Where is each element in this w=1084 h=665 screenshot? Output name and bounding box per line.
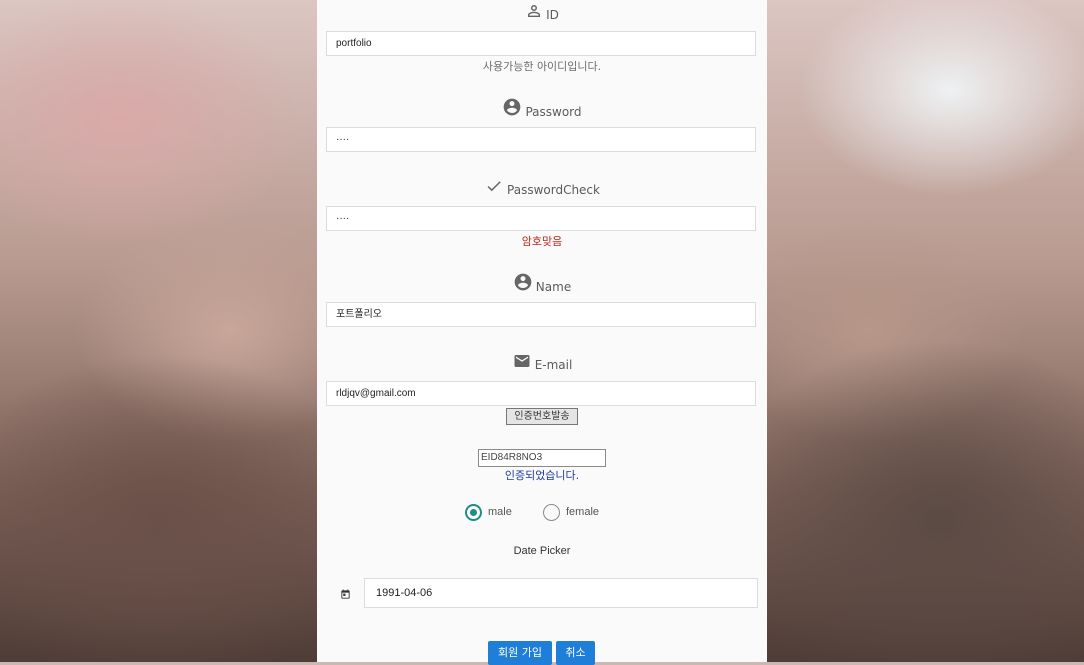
password-check-input[interactable]: ···· (326, 206, 756, 231)
mail-icon (514, 355, 530, 367)
send-code-button[interactable]: 인증번호발송 (506, 408, 578, 425)
signup-button[interactable]: 회원 가입 (488, 641, 552, 665)
email-input[interactable]: rldjqv@gmail.com (326, 381, 756, 406)
date-picker-title: Date Picker (513, 545, 571, 557)
password-input[interactable]: ···· (326, 127, 756, 152)
male-radio[interactable] (465, 504, 482, 521)
signup-form-panel: ID portfolio 사용가능한 아이디입니다. Password ····… (317, 0, 767, 665)
female-radio-label: female (566, 506, 600, 518)
female-radio[interactable] (543, 504, 560, 521)
birthdate-input[interactable]: 1991-04-06 (364, 578, 758, 608)
verification-code-input[interactable]: EID84R8NO3 (478, 449, 606, 467)
email-label: E-mail (317, 352, 767, 372)
id-input[interactable]: portfolio (326, 31, 756, 56)
calendar-icon[interactable] (340, 589, 351, 600)
password-check-label: PasswordCheck (317, 177, 767, 197)
id-label: ID (317, 2, 767, 22)
person-outline-icon (528, 5, 541, 17)
password-label: Password (317, 97, 767, 119)
account-circle-icon (504, 98, 521, 116)
gender-radio-group: male female (317, 503, 767, 523)
cancel-button[interactable]: 취소 (556, 641, 595, 665)
id-available-message: 사용가능한 아이디입니다. (482, 60, 602, 73)
account-circle-icon (514, 273, 532, 291)
password-match-message: 암호맞음 (521, 235, 563, 248)
check-icon (487, 181, 501, 192)
male-radio-label: male (488, 506, 512, 518)
name-input[interactable]: 포트폴리오 (326, 302, 756, 327)
verification-success-message: 인증되었습니다. (504, 469, 580, 482)
name-label: Name (317, 272, 767, 294)
